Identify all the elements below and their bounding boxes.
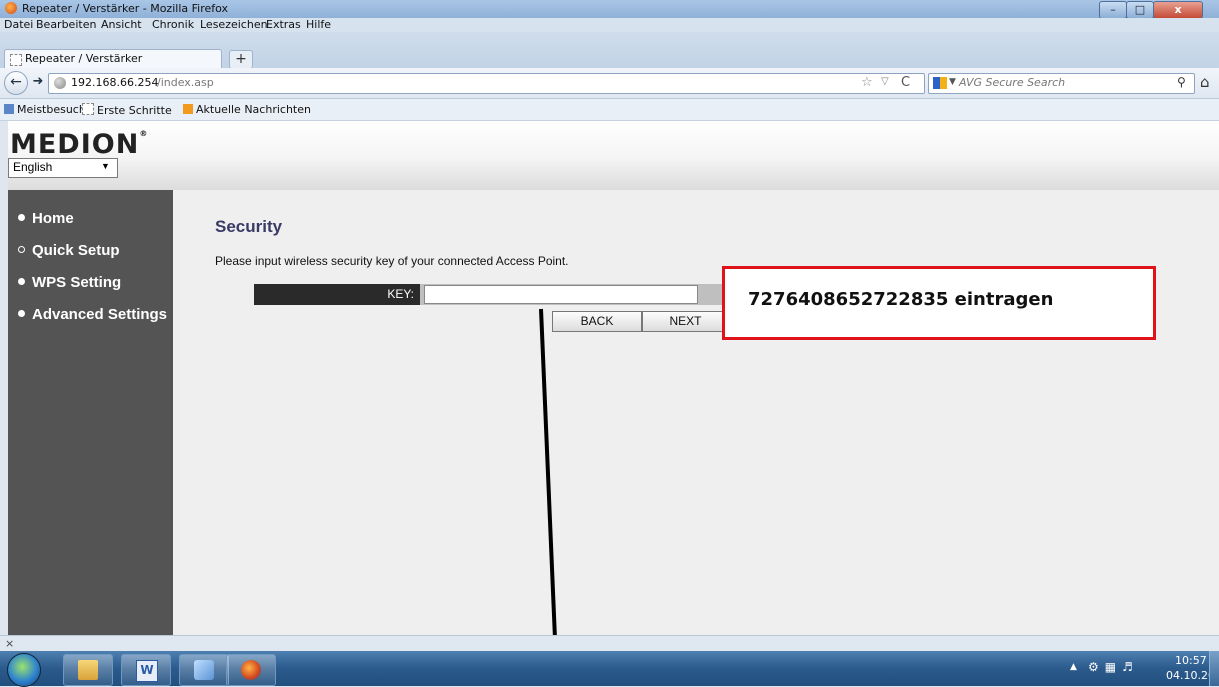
back-button[interactable]: BACK bbox=[552, 311, 642, 332]
bookmarks-bar: Meistbesucht Erste Schritte Aktuelle Nac… bbox=[0, 99, 1219, 121]
window-title: Repeater / Verstärker - Mozilla Firefox bbox=[22, 2, 229, 15]
bookmark-label: Aktuelle Nachrichten bbox=[196, 103, 311, 116]
word-icon: W bbox=[136, 660, 158, 682]
bookmark-aktuelle-nachrichten[interactable]: Aktuelle Nachrichten bbox=[183, 103, 311, 116]
maximize-button[interactable]: □ bbox=[1126, 1, 1154, 19]
medion-logo: MEDION® bbox=[10, 129, 149, 160]
rss-feed-icon bbox=[183, 104, 193, 114]
globe-icon bbox=[54, 77, 66, 89]
close-window-button[interactable]: x bbox=[1153, 1, 1203, 19]
new-tab-button[interactable]: + bbox=[229, 50, 253, 69]
bookmark-label: Erste Schritte bbox=[97, 104, 172, 117]
forward-arrow-icon[interactable]: ➜ bbox=[30, 74, 46, 90]
start-button[interactable] bbox=[7, 653, 41, 687]
annotation-box: 7276408652722835 eintragen bbox=[722, 266, 1156, 340]
avg-logo-icon bbox=[933, 77, 947, 89]
blank-page-icon bbox=[10, 54, 22, 66]
menu-datei[interactable]: Datei bbox=[4, 18, 33, 31]
next-button[interactable]: NEXT bbox=[642, 311, 729, 332]
menu-ansicht[interactable]: Ansicht bbox=[101, 18, 142, 31]
chevron-down-icon[interactable]: ▼ bbox=[949, 77, 956, 87]
navigation-bar: ← ➜ 192.168.66.254 /index.asp ☆ ▽ C ▼ AV… bbox=[0, 68, 1219, 99]
bullet-icon bbox=[18, 278, 25, 285]
close-icon[interactable]: × bbox=[5, 637, 14, 650]
search-box[interactable]: ▼ AVG Secure Search ⚲ bbox=[928, 73, 1195, 94]
status-bar: × bbox=[0, 635, 1219, 652]
show-desktop-button[interactable] bbox=[1209, 651, 1219, 686]
menu-hilfe[interactable]: Hilfe bbox=[306, 18, 331, 31]
clock-time[interactable]: 10:57 bbox=[1175, 654, 1207, 667]
page-title: Security bbox=[215, 217, 283, 236]
window-title-bar: Repeater / Verstärker - Mozilla Firefox … bbox=[0, 0, 1219, 19]
back-arrow-icon[interactable]: ← bbox=[4, 71, 28, 95]
bookmark-label: Meistbesucht bbox=[17, 103, 91, 116]
bookmark-erste-schritte[interactable]: Erste Schritte bbox=[82, 103, 172, 117]
menu-chronik[interactable]: Chronik bbox=[152, 18, 194, 31]
taskbar-word[interactable]: W bbox=[121, 654, 171, 686]
reload-icon[interactable]: C bbox=[901, 75, 910, 90]
taskbar-explorer[interactable] bbox=[63, 654, 113, 686]
sidebar-item-label: Advanced Settings bbox=[32, 306, 168, 323]
home-icon[interactable]: ⌂ bbox=[1200, 73, 1210, 91]
bullet-icon bbox=[18, 310, 25, 317]
sidebar-item-label: WPS Setting bbox=[32, 274, 122, 291]
sidebar-item-label: Quick Setup bbox=[32, 242, 120, 259]
sidebar: Home Quick Setup WPS Setting Advanced Se… bbox=[8, 190, 173, 635]
sidebar-item-advanced-settings[interactable]: Advanced Settings bbox=[18, 306, 167, 323]
key-label-cell: KEY: bbox=[254, 284, 420, 305]
tab-label: Repeater / Verstärker bbox=[25, 52, 143, 65]
bookmark-star-icon[interactable]: ☆ bbox=[861, 75, 873, 90]
sidebar-item-home[interactable]: Home bbox=[18, 210, 74, 227]
firefox-icon bbox=[241, 660, 261, 680]
taskbar-app[interactable] bbox=[179, 654, 229, 686]
chevron-down-icon: ▼ bbox=[101, 161, 110, 171]
open-bullet-icon bbox=[18, 246, 25, 253]
main-content: Security Please input wireless security … bbox=[173, 190, 1219, 635]
tab-bar: Repeater / Verstärker + bbox=[0, 32, 1219, 69]
url-host: 192.168.66.254 bbox=[71, 76, 159, 89]
blank-page-icon bbox=[82, 103, 94, 115]
bullet-icon bbox=[18, 214, 25, 221]
firefox-icon bbox=[5, 2, 17, 14]
tab-repeater[interactable]: Repeater / Verstärker bbox=[4, 49, 222, 69]
annotation-text: 7276408652722835 eintragen bbox=[748, 289, 1054, 310]
bookmark-meistbesucht[interactable]: Meistbesucht bbox=[4, 103, 90, 116]
menu-bearbeiten[interactable]: Bearbeiten bbox=[36, 18, 96, 31]
window-icon bbox=[194, 660, 214, 680]
sidebar-item-wps-setting[interactable]: WPS Setting bbox=[18, 274, 121, 291]
menu-extras[interactable]: Extras bbox=[266, 18, 301, 31]
menu-lesezeichen[interactable]: Lesezeichen bbox=[200, 18, 268, 31]
chevron-down-icon[interactable]: ▽ bbox=[881, 76, 889, 87]
search-placeholder: AVG Secure Search bbox=[959, 76, 1066, 89]
bookmark-folder-icon bbox=[4, 104, 14, 114]
language-value: English bbox=[13, 160, 53, 174]
key-row: KEY: bbox=[254, 284, 729, 305]
sidebar-item-label: Home bbox=[32, 210, 74, 227]
taskbar: W ▲ ⚙▦♬ 10:57 04.10.2012 bbox=[0, 651, 1219, 687]
menu-bar: Datei Bearbeiten Ansicht Chronik Lesezei… bbox=[0, 18, 1219, 32]
url-path: /index.asp bbox=[157, 76, 214, 89]
sidebar-item-quick-setup[interactable]: Quick Setup bbox=[18, 242, 120, 259]
tray-icons[interactable]: ⚙▦♬ bbox=[1088, 660, 1139, 674]
search-icon[interactable]: ⚲ bbox=[1177, 75, 1186, 89]
tray-expand-icon[interactable]: ▲ bbox=[1070, 662, 1077, 672]
folder-icon bbox=[78, 660, 98, 680]
key-label: KEY: bbox=[387, 287, 414, 301]
taskbar-firefox[interactable] bbox=[226, 654, 276, 686]
security-key-input[interactable] bbox=[424, 285, 698, 304]
page-header: MEDION® English ▼ bbox=[8, 121, 1219, 190]
address-bar[interactable]: 192.168.66.254 /index.asp ☆ ▽ C bbox=[48, 73, 925, 94]
minimize-button[interactable]: – bbox=[1099, 1, 1127, 19]
language-select[interactable]: English ▼ bbox=[8, 158, 118, 178]
instruction-text: Please input wireless security key of yo… bbox=[215, 254, 569, 268]
